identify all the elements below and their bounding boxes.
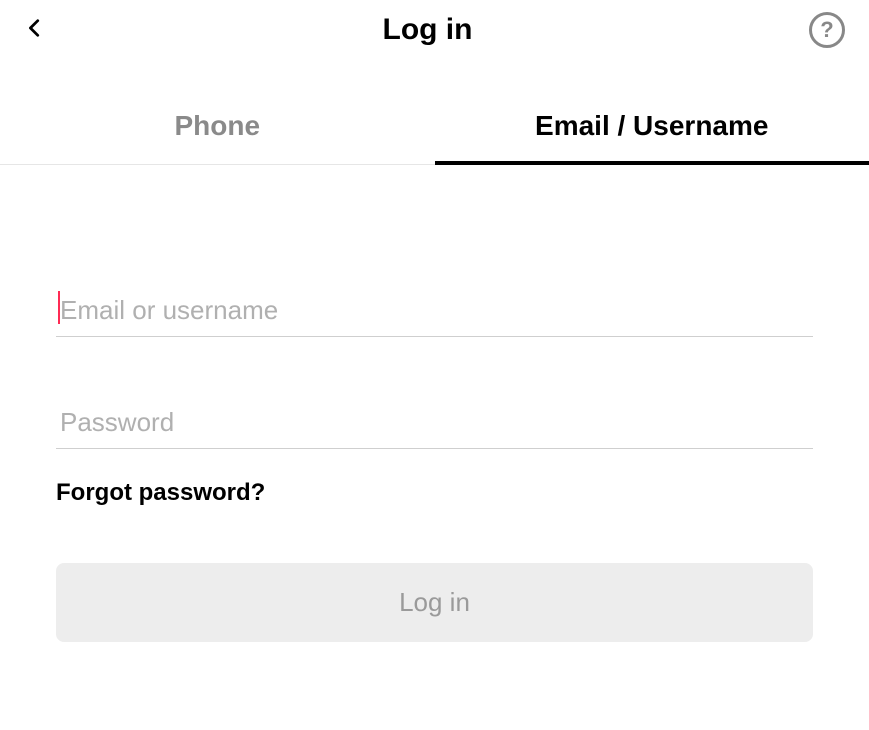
help-button[interactable]: ? (809, 12, 845, 48)
tab-email-username-label: Email / Username (535, 110, 768, 141)
login-button[interactable]: Log in (56, 563, 813, 642)
email-input[interactable] (56, 295, 813, 326)
login-form: Forgot password? Log in (0, 285, 869, 642)
text-caret (58, 291, 60, 324)
tab-phone[interactable]: Phone (0, 88, 435, 164)
help-icon: ? (820, 17, 833, 43)
tabs: Phone Email / Username (0, 88, 869, 165)
chevron-left-icon (24, 17, 46, 39)
back-button[interactable] (24, 17, 46, 44)
tab-email-username[interactable]: Email / Username (435, 88, 869, 164)
page-title: Log in (46, 13, 809, 47)
email-field-wrap (56, 285, 813, 337)
tab-phone-label: Phone (174, 110, 260, 141)
header: Log in ? (0, 0, 869, 60)
password-input[interactable] (56, 407, 813, 438)
password-field-wrap (56, 397, 813, 449)
forgot-password-link[interactable]: Forgot password? (56, 479, 813, 507)
